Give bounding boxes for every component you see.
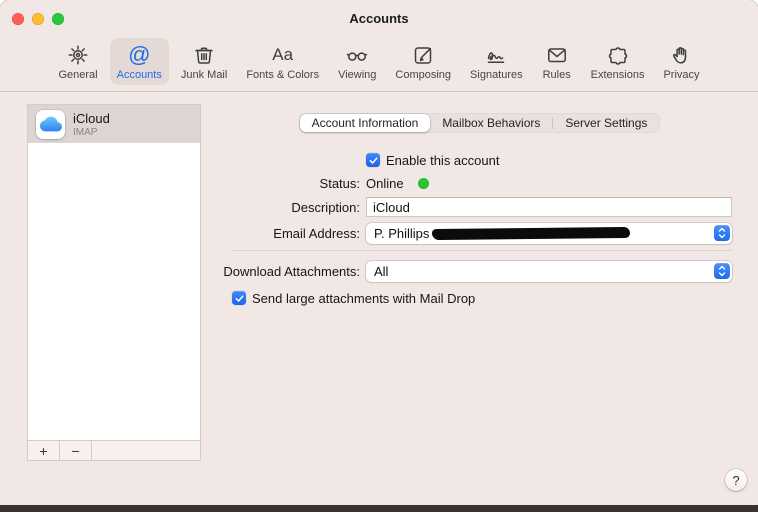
toolbar-label: Composing: [395, 69, 452, 81]
trash-icon: [192, 43, 216, 67]
toolbar-label: Rules: [542, 69, 571, 81]
toolbar-label: Accounts: [116, 69, 162, 81]
download-attachments-popup[interactable]: All: [366, 260, 732, 282]
section-divider: [232, 250, 732, 251]
toolbar-label: Junk Mail: [180, 69, 228, 81]
status-label: Status:: [319, 175, 360, 191]
fonts-icon: Aa: [272, 45, 294, 64]
toolbar-item-rules[interactable]: Rules: [535, 38, 579, 85]
tab-bar: Account Information Mailbox Behaviors Se…: [298, 113, 661, 133]
compose-icon: [411, 43, 435, 67]
toolbar-item-accounts[interactable]: @ Accounts: [109, 38, 169, 85]
account-name: iCloud: [73, 110, 110, 126]
sidebar-footer: + −: [28, 440, 200, 460]
traffic-lights: [12, 13, 64, 25]
account-type: IMAP: [73, 126, 98, 138]
toolbar-item-general[interactable]: General: [51, 38, 104, 85]
remove-account-button[interactable]: −: [60, 441, 92, 460]
envelope-icon: [545, 43, 569, 67]
tab-mailbox-behaviors[interactable]: Mailbox Behaviors: [430, 114, 552, 132]
footer-spacer: [92, 441, 200, 460]
hand-icon: [669, 43, 693, 67]
zoom-button[interactable]: [52, 13, 64, 25]
tab-account-information[interactable]: Account Information: [299, 114, 431, 132]
status-value: Online: [366, 175, 404, 191]
toolbar-item-signatures[interactable]: Signatures: [463, 38, 530, 85]
email-address-value: P. Phillips: [374, 225, 430, 241]
email-address-popup[interactable]: P. Phillips: [366, 222, 732, 244]
toolbar-label: General: [58, 69, 98, 81]
mail-drop-label: Send large attachments with Mail Drop: [252, 290, 476, 306]
toolbar-label: Fonts & Colors: [246, 69, 320, 81]
popup-stepper-icon: [713, 225, 730, 241]
window-title: Accounts: [349, 11, 409, 26]
screen-edge: [0, 505, 758, 512]
add-account-button[interactable]: +: [28, 441, 60, 460]
puzzle-icon: [606, 43, 630, 67]
description-input[interactable]: [366, 197, 732, 217]
account-labels: iCloud IMAP: [73, 111, 110, 138]
at-icon: @: [128, 42, 151, 67]
toolbar-label: Extensions: [590, 69, 645, 81]
enable-account-checkbox[interactable]: [366, 153, 380, 167]
toolbar-item-composing[interactable]: Composing: [388, 38, 458, 85]
toolbar-label: Viewing: [338, 69, 377, 81]
toolbar-item-privacy[interactable]: Privacy: [656, 38, 706, 85]
toolbar-item-extensions[interactable]: Extensions: [584, 38, 652, 85]
toolbar-item-junk-mail[interactable]: Junk Mail: [174, 38, 234, 85]
signature-icon: [484, 43, 508, 67]
status-online-dot: [417, 177, 429, 189]
tab-server-settings[interactable]: Server Settings: [553, 114, 659, 132]
mail-drop-checkbox[interactable]: [232, 291, 246, 305]
enable-account-label: Enable this account: [386, 152, 500, 168]
toolbar-label: Signatures: [470, 69, 523, 81]
toolbar-item-fonts-colors[interactable]: Aa Fonts & Colors: [239, 38, 326, 85]
glasses-icon: [345, 43, 369, 67]
preferences-toolbar: General @ Accounts Junk Mail Aa Fonts & …: [0, 37, 758, 92]
title-bar: Accounts: [0, 0, 758, 37]
preferences-window: Accounts General @ Accounts Junk Mail Aa…: [0, 0, 758, 505]
download-attachments-label: Download Attachments:: [223, 263, 360, 279]
help-button[interactable]: ?: [725, 469, 747, 491]
close-button[interactable]: [12, 13, 24, 25]
redaction-mark: [432, 226, 631, 240]
popup-stepper-icon: [713, 263, 730, 279]
download-attachments-value: All: [374, 263, 389, 279]
accounts-sidebar: iCloud IMAP + −: [27, 104, 201, 461]
toolbar-item-viewing[interactable]: Viewing: [331, 38, 383, 85]
icloud-icon: [36, 109, 65, 139]
email-address-label: Email Address:: [273, 225, 360, 241]
gear-icon: [66, 43, 90, 67]
minimize-button[interactable]: [32, 13, 44, 25]
description-label: Description:: [291, 199, 360, 215]
account-information-form: Enable this account Status: Online Descr…: [222, 150, 732, 308]
account-detail-pane: Account Information Mailbox Behaviors Se…: [201, 91, 758, 505]
account-list-item-icloud[interactable]: iCloud IMAP: [28, 105, 200, 143]
toolbar-label: Privacy: [663, 69, 700, 81]
